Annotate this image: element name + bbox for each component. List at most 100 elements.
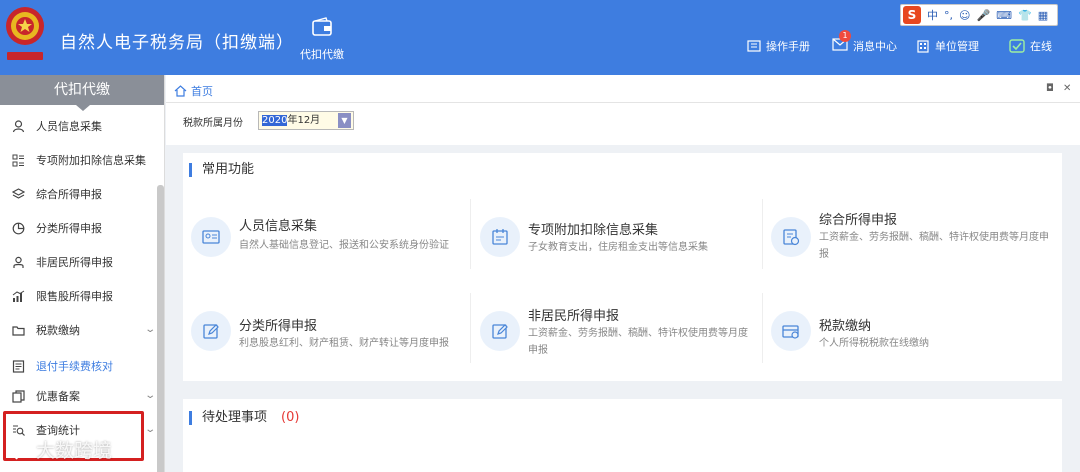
common-functions-panel: 常用功能 人员信息采集 自然人基础信息登记、报送和公安系统身份验证 专项附加扣除… <box>183 153 1062 381</box>
payment-card-icon <box>771 311 811 351</box>
dropdown-arrow-icon[interactable]: ▼ <box>338 113 351 128</box>
message-count-badge: 1 <box>839 30 851 42</box>
wallet-icon <box>312 17 332 36</box>
function-card-desc: 利息股息红利、财产租赁、财产转让等月度申报 <box>239 338 449 349</box>
chevron-down-icon[interactable]: ⌄ <box>144 424 156 435</box>
tax-month-year-selected: 2020 <box>262 115 288 126</box>
sidebar-item-label: 人员信息采集 <box>36 120 102 133</box>
tax-month-label: 税款所属月份 <box>183 118 243 129</box>
sidebar-item-label: 分类所得申报 <box>36 222 102 235</box>
function-card-desc: 子女教育支出，住房租金支出等信息采集 <box>528 242 708 253</box>
app-title: 自然人电子税务局（扣缴端） <box>60 33 294 53</box>
common-functions-title: 常用功能 <box>189 163 254 177</box>
sidebar-item-label: 专项附加扣除信息采集 <box>36 154 146 167</box>
tax-emblem-icon <box>6 7 44 60</box>
message-center-label: 消息中心 <box>853 40 897 53</box>
manual-link-label: 操作手册 <box>766 40 810 53</box>
edit-icon <box>480 311 520 351</box>
ime-punctuation-toggle[interactable]: °, <box>944 9 953 22</box>
copy-icon <box>12 389 25 403</box>
sidebar-item-special-deduction[interactable]: 专项附加扣除信息采集 <box>0 143 158 177</box>
ime-toolbar[interactable]: S 中 °, ☺ 🎤 ⌨ 👕 ▦ <box>900 4 1058 26</box>
ime-logo-icon[interactable]: S <box>903 6 921 24</box>
message-center-link[interactable]: 1 消息中心 <box>832 30 897 54</box>
restore-window-icon[interactable]: ◘ <box>1046 83 1054 94</box>
function-card-title: 分类所得申报 <box>239 319 318 334</box>
ime-mode-toggle[interactable]: 中 <box>927 7 938 23</box>
tax-month-rest: 年12月 <box>287 115 321 126</box>
tax-form-icon <box>771 217 811 257</box>
bar-chart-icon <box>12 290 25 302</box>
sidebar-item-restricted-shares[interactable]: 限售股所得申报 <box>0 279 158 313</box>
divider <box>470 293 471 363</box>
sidebar-item-label: 优惠备案 <box>36 390 80 403</box>
unit-management-link[interactable]: 单位管理 <box>916 38 979 54</box>
sidebar-item-label: 综合所得申报 <box>36 188 102 201</box>
online-status-label: 在线 <box>1030 40 1052 53</box>
close-tab-icon[interactable]: ✕ <box>1063 83 1071 94</box>
edit-icon <box>191 311 231 351</box>
sidebar-item-refund-fee-check[interactable]: 退付手续费核对 <box>0 349 158 383</box>
watermark: 大数跨境 <box>6 436 112 463</box>
folder-icon <box>12 325 25 336</box>
function-card-title: 税款缴纳 <box>819 319 872 334</box>
function-card-title: 综合所得申报 <box>819 213 898 228</box>
ime-keyboard-icon[interactable]: ⌨ <box>996 9 1012 22</box>
function-card-desc: 个人所得税税款在线缴纳 <box>819 338 929 349</box>
manual-link[interactable]: 操作手册 <box>747 38 810 54</box>
function-card-classified-income[interactable]: 分类所得申报 利息股息红利、财产租赁、财产转让等月度申报 <box>185 287 470 377</box>
sidebar-item-nonresident-income[interactable]: 非居民所得申报 <box>0 245 158 279</box>
manual-icon <box>747 40 761 52</box>
function-card-title: 人员信息采集 <box>239 219 318 234</box>
sidebar-item-classified-income[interactable]: 分类所得申报 <box>0 211 158 245</box>
function-card-tax-payment[interactable]: 税款缴纳 个人所得税税款在线缴纳 <box>765 287 1050 377</box>
pending-items-title-text: 待处理事项 <box>202 410 268 425</box>
sidebar-item-preferential-filing[interactable]: 优惠备案 ⌄ <box>0 379 158 413</box>
breadcrumb: 首页 ◘ ✕ <box>166 75 1080 103</box>
home-icon <box>174 85 187 97</box>
pending-items-count[interactable]: (0) <box>281 410 299 425</box>
divider <box>762 199 763 269</box>
filter-row: 税款所属月份 2020年12月 ▼ <box>166 103 1080 145</box>
divider <box>470 199 471 269</box>
function-card-special-deduction[interactable]: 专项附加扣除信息采集 子女教育支出，住房租金支出等信息采集 <box>474 193 759 283</box>
chevron-down-icon[interactable]: ⌄ <box>144 390 156 401</box>
watermark-logo-icon <box>7 440 31 460</box>
function-card-comprehensive-income[interactable]: 综合所得申报 工资薪金、劳务报酬、稿酬、特许权使用费等月度申报 <box>765 193 1050 283</box>
nav-tab-withholding[interactable]: 代扣代缴 <box>296 16 348 68</box>
ime-toolbox-icon[interactable]: ▦ <box>1038 9 1048 22</box>
sidebar-scrollbar[interactable] <box>157 185 164 472</box>
sidebar-item-label: 税款缴纳 <box>36 324 80 337</box>
function-card-title: 非居民所得申报 <box>528 309 620 324</box>
online-status[interactable]: 在线 <box>1009 38 1052 54</box>
sidebar-item-personnel-info[interactable]: 人员信息采集 <box>0 109 158 143</box>
calendar-doc-icon <box>480 217 520 257</box>
person-icon <box>12 119 25 132</box>
sidebar-item-tax-payment[interactable]: 税款缴纳 ⌄ <box>0 313 158 347</box>
sidebar-header: 代扣代缴 <box>0 75 164 111</box>
list-grid-icon <box>12 154 24 166</box>
document-icon <box>12 359 25 373</box>
online-status-icon <box>1009 39 1025 53</box>
sidebar-item-label: 非居民所得申报 <box>36 256 113 269</box>
watermark-text: 大数跨境 <box>36 440 113 462</box>
ime-emoji-icon[interactable]: ☺ <box>959 9 970 22</box>
pie-clock-icon <box>12 222 25 234</box>
home-tab[interactable]: 首页 <box>174 83 213 99</box>
sidebar-item-comprehensive-income[interactable]: 综合所得申报 <box>0 177 158 211</box>
function-card-desc: 自然人基础信息登记、报送和公安系统身份验证 <box>239 240 449 251</box>
function-card-personnel-info[interactable]: 人员信息采集 自然人基础信息登记、报送和公安系统身份验证 <box>185 193 470 283</box>
chevron-down-icon[interactable]: ⌄ <box>144 324 156 335</box>
sidebar: 代扣代缴 人员信息采集 专项附加扣除信息采集 综合所得申报 分类所得申报 非居民… <box>0 75 165 472</box>
ime-voice-icon[interactable]: 🎤 <box>976 9 990 22</box>
function-card-nonresident-income[interactable]: 非居民所得申报 工资薪金、劳务报酬、稿酬、特许权使用费等月度申报 <box>474 287 759 377</box>
pending-items-panel: 待处理事项 (0) <box>183 399 1062 472</box>
user-outline-icon <box>13 256 24 268</box>
nav-tab-label: 代扣代缴 <box>300 48 344 61</box>
tax-month-select[interactable]: 2020年12月 ▼ <box>258 111 354 130</box>
sidebar-item-label: 退付手续费核对 <box>36 360 113 373</box>
divider <box>762 293 763 363</box>
unit-management-label: 单位管理 <box>935 40 979 53</box>
ime-skin-icon[interactable]: 👕 <box>1018 9 1032 22</box>
building-icon <box>917 40 929 53</box>
